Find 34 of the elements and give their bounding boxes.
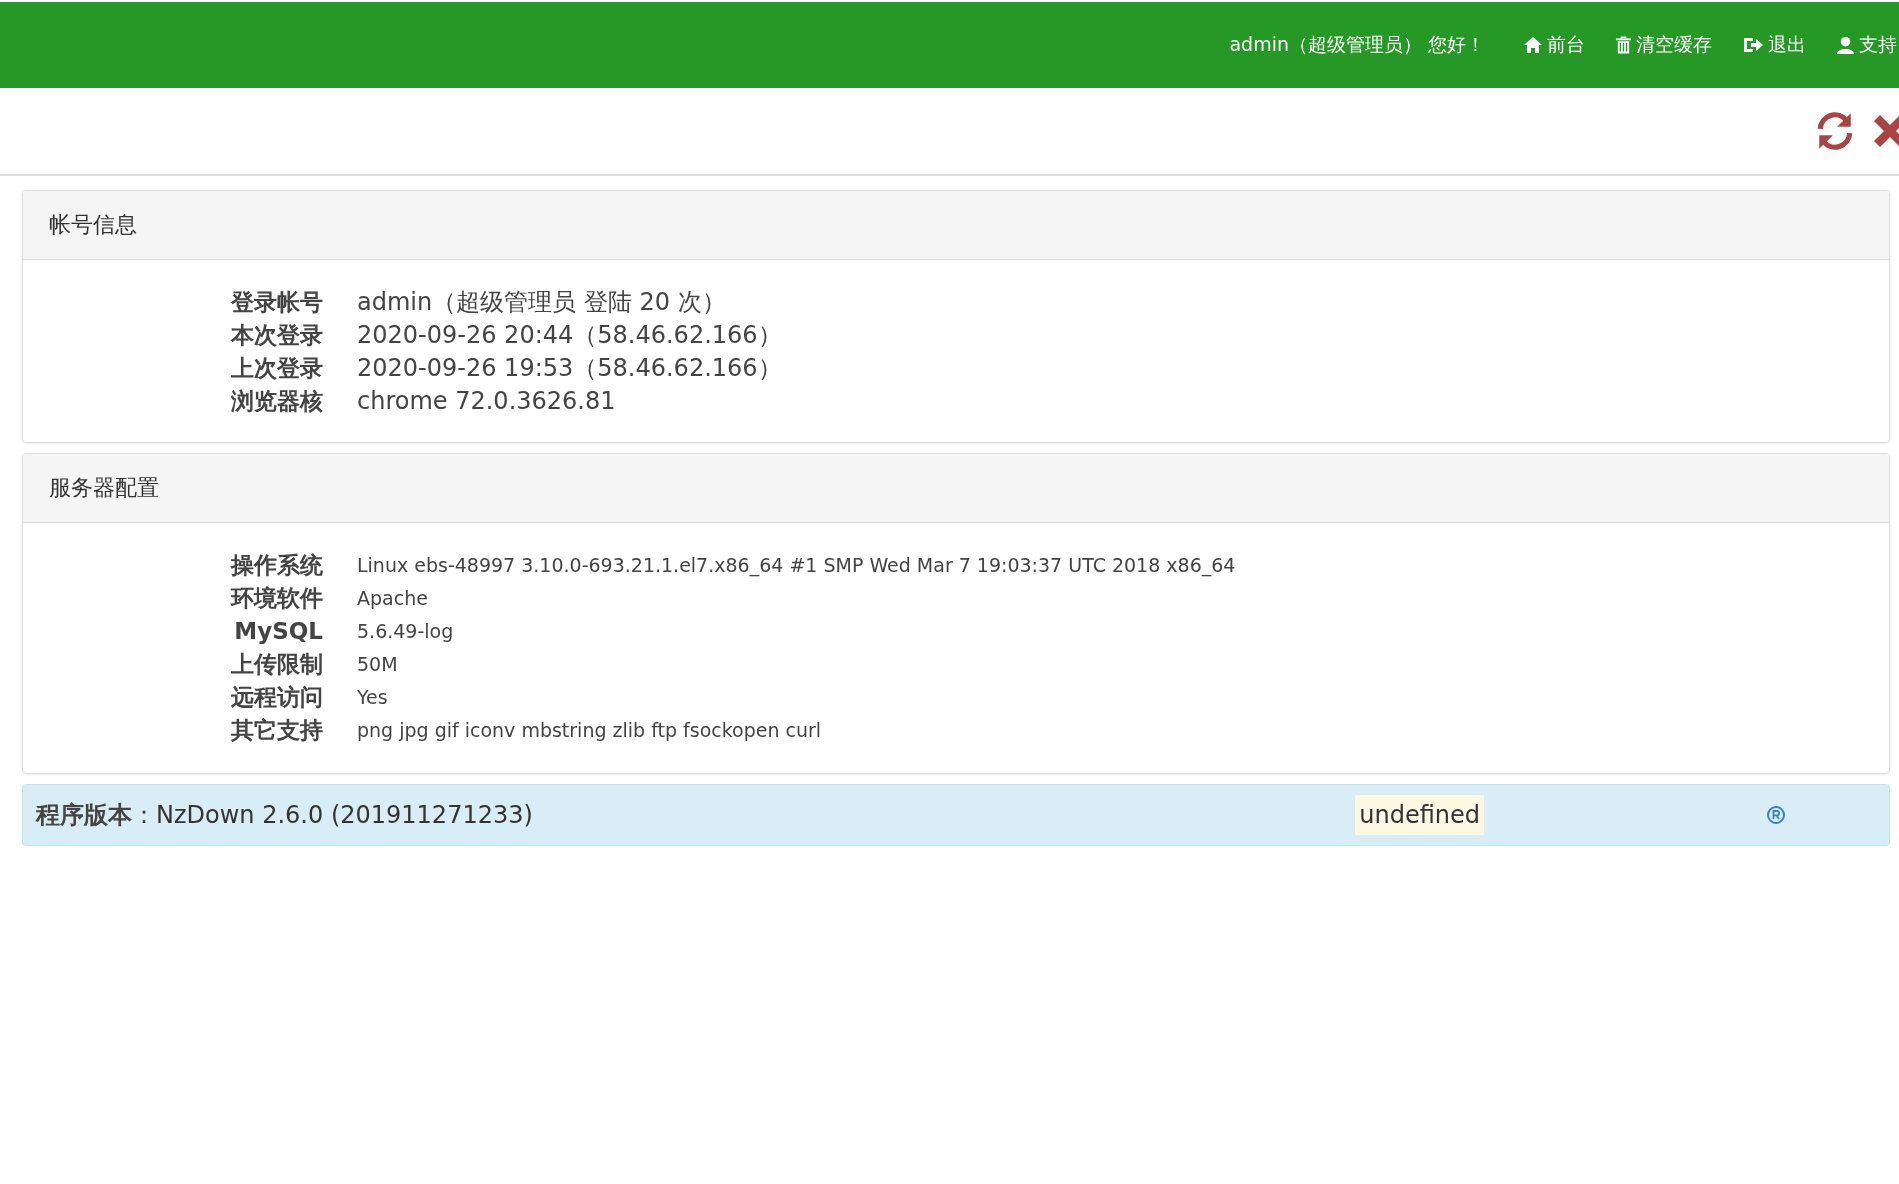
field-value: 5.6.49-log	[357, 619, 455, 644]
nav-link[interactable]: 退出	[1742, 32, 1806, 58]
field-value: Apache	[357, 586, 429, 611]
field-label: MySQL	[233, 617, 323, 646]
field-label: 操作系统	[229, 551, 323, 580]
nav-link[interactable]: 清空缓存	[1615, 32, 1712, 58]
field-label: 上次登录	[230, 354, 323, 383]
field-value: Linux ebs-48997 3.10.0-693.21.1.el7.x86_64 #1 SMP Wed Mar 7 19:03:37 UTC 2018 x86_64	[357, 553, 1236, 579]
field-label: 其它支持	[230, 716, 323, 745]
field-value: admin（超级管理员 登陆 20 次）	[357, 287, 727, 318]
field-label: 浏览器核	[230, 387, 323, 416]
field-value: chrome 72.0.3626.81	[357, 386, 617, 417]
field-value: png jpg gif iconv mbstring zlib ftp fsockopen curl	[357, 718, 823, 743]
field-label: 上传限制	[230, 650, 323, 679]
version-text: 程序版本：NzDown 2.6.0 (201911271233)	[36, 800, 533, 831]
field-label: 登录帐号	[229, 288, 323, 317]
field-value: 50M	[357, 652, 399, 677]
field-value: 2020-09-26 20:44（58.46.62.166）	[357, 320, 782, 351]
greeting-text: admin（超级管理员） 您好！	[1229, 32, 1485, 57]
field-label: 环境软件	[229, 584, 323, 613]
nav-link[interactable]: 前台	[1523, 32, 1585, 58]
panel-title: 帐号信息	[23, 191, 1889, 260]
panel-title: 服务器配置	[23, 454, 1889, 523]
user-icon	[1836, 35, 1855, 55]
field-value: 2020-09-26 19:53（58.46.62.166）	[357, 353, 782, 384]
field-label: 本次登录	[229, 321, 323, 350]
logout-icon	[1742, 35, 1764, 55]
home-icon	[1523, 35, 1543, 55]
field-value: Yes	[357, 685, 389, 710]
field-label: 远程访问	[230, 683, 323, 712]
trash-icon	[1615, 35, 1632, 55]
registered-icon	[1766, 805, 1786, 825]
status-text: undefined	[1355, 795, 1484, 835]
nav-link[interactable]: 支持	[1836, 32, 1897, 58]
